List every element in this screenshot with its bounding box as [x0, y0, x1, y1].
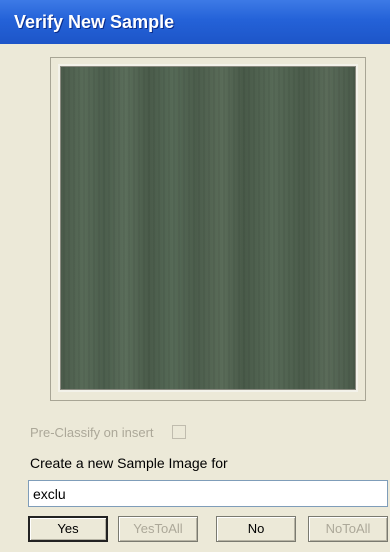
no-to-all-button[interactable]: NoToAll	[308, 516, 388, 542]
title-bar[interactable]: Verify New Sample	[0, 0, 390, 44]
window-title: Verify New Sample	[14, 12, 175, 32]
yes-button[interactable]: Yes	[28, 516, 108, 542]
preclassify-label: Pre-Classify on insert	[30, 424, 154, 440]
no-button-label: No	[247, 521, 265, 536]
no-button[interactable]: No	[216, 516, 296, 542]
yes-to-all-button-label: YesToAll	[133, 521, 183, 536]
yes-to-all-button[interactable]: YesToAll	[118, 516, 198, 542]
verify-new-sample-dialog: Verify New Sample Pre-Classify on insert…	[0, 0, 390, 552]
preclassify-option: Pre-Classify on insert	[30, 422, 186, 442]
preclassify-checkbox[interactable]	[171, 425, 186, 439]
sample-name-prompt: Create a new Sample Image for	[30, 455, 228, 471]
yes-button-label: Yes	[57, 521, 79, 536]
sample-name-input[interactable]	[28, 480, 388, 507]
sample-image-preview	[58, 64, 358, 392]
no-to-all-button-label: NoToAll	[325, 521, 371, 536]
